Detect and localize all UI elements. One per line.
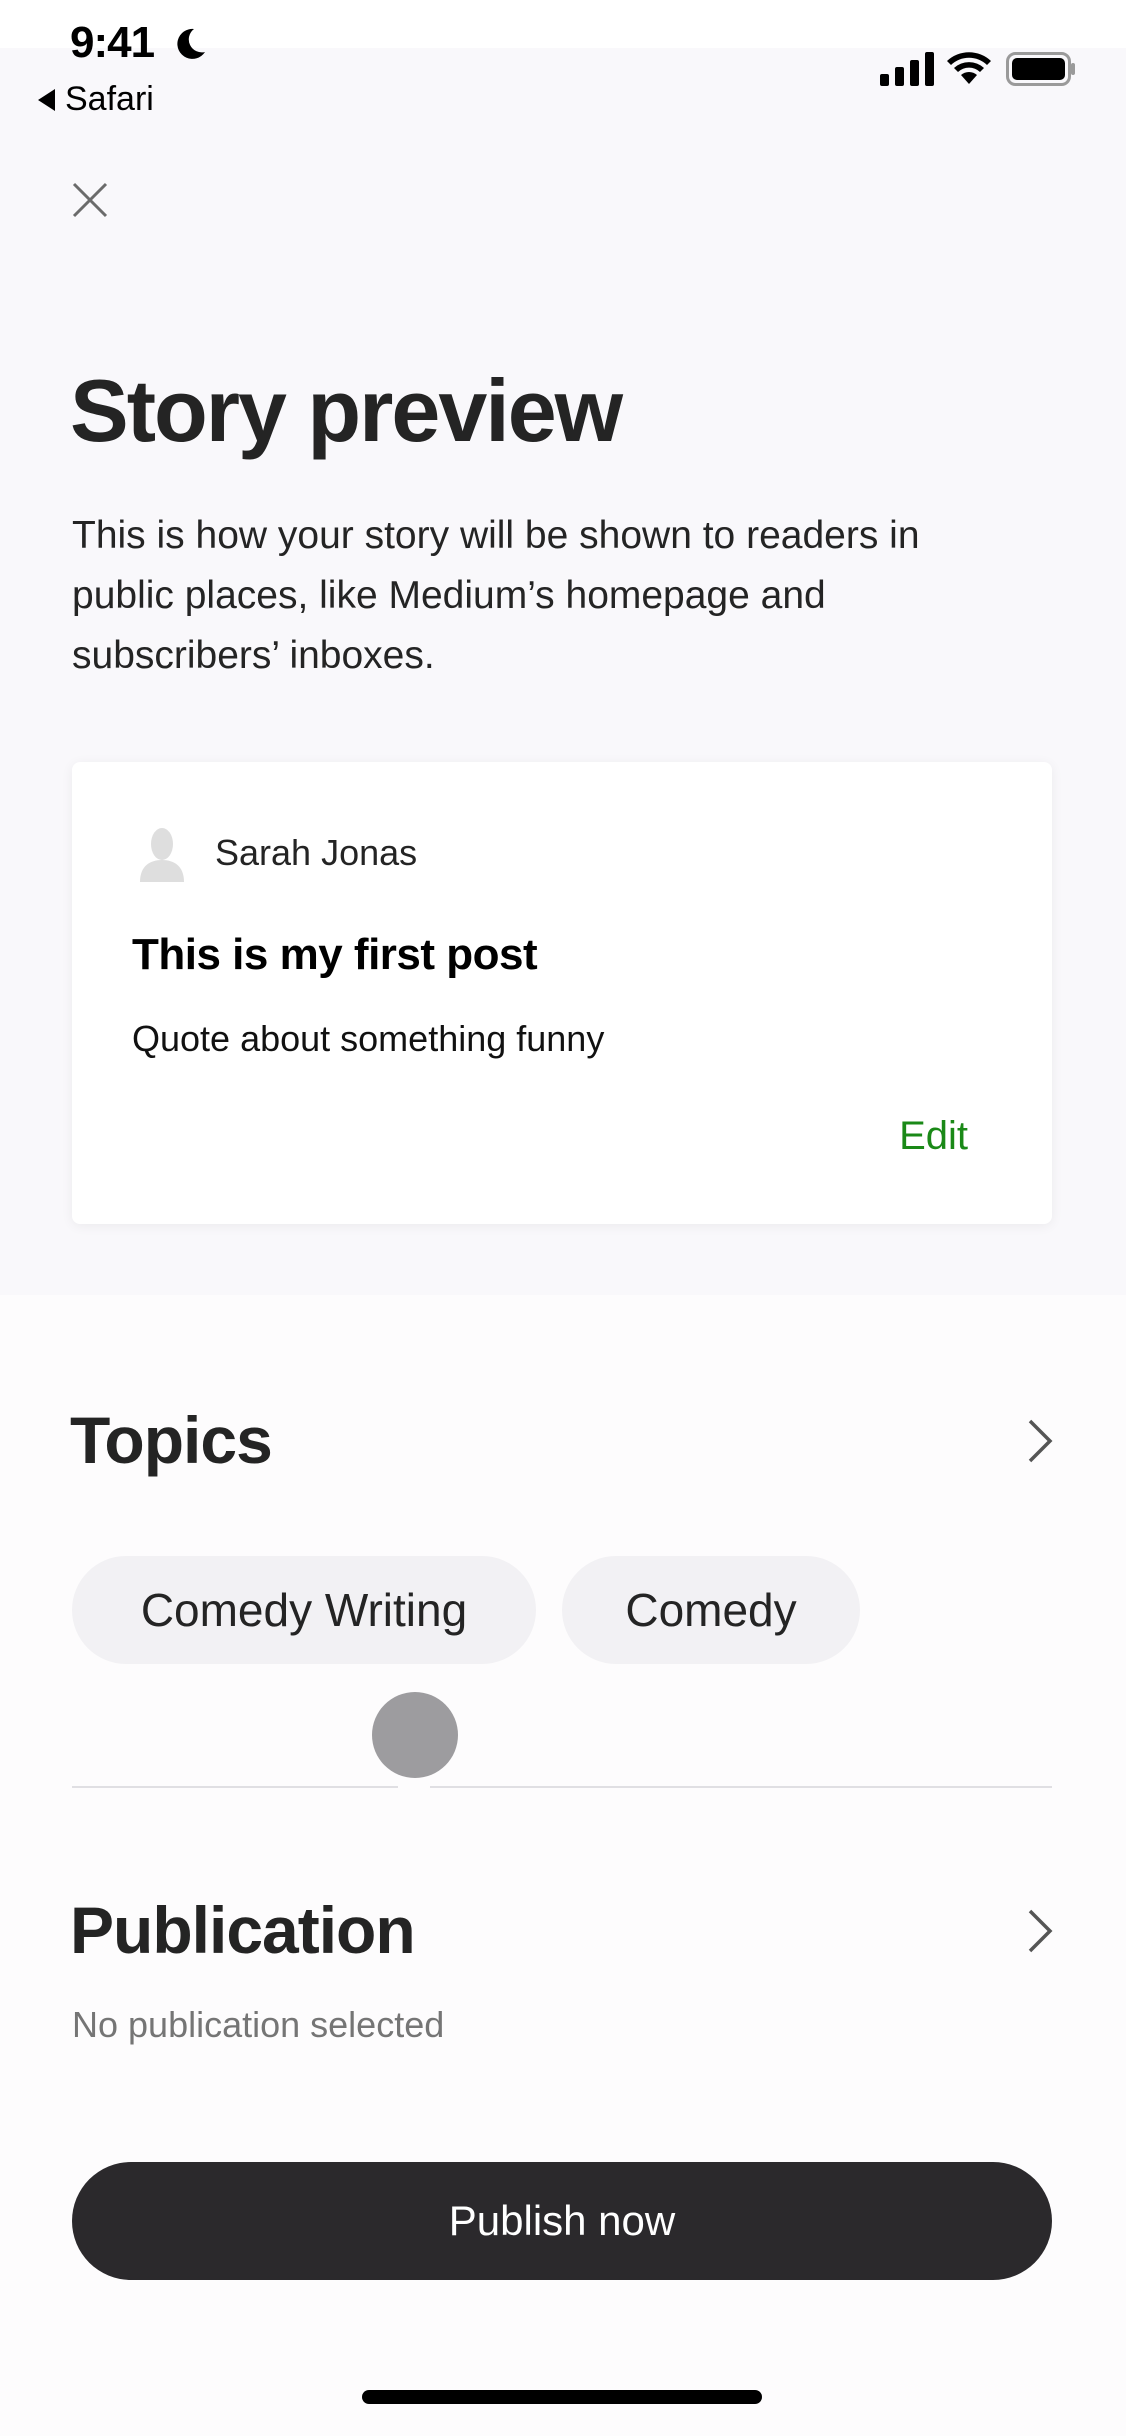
divider-gap: [398, 1784, 430, 1790]
cellular-signal-icon: [880, 52, 934, 86]
back-app-label: Safari: [65, 80, 154, 118]
topic-chip[interactable]: Comedy Writing: [72, 1556, 536, 1664]
status-time: 9:41: [70, 18, 155, 67]
status-bar-background: [0, 0, 1126, 48]
publication-status: No publication selected: [72, 2004, 445, 2045]
wifi-icon: [947, 52, 991, 84]
touch-indicator: [372, 1692, 458, 1778]
back-arrow-icon: [38, 88, 55, 111]
battery-icon: [1006, 52, 1075, 86]
author-name: Sarah Jonas: [215, 832, 418, 873]
section-divider: [72, 1786, 1052, 1788]
publication-chevron-right-icon[interactable]: [1026, 1908, 1054, 1954]
moon-icon: [177, 28, 205, 59]
publication-heading: Publication: [70, 1893, 416, 1967]
publish-now-button[interactable]: Publish now: [72, 2162, 1052, 2280]
avatar-icon: [140, 828, 184, 882]
home-indicator[interactable]: [362, 2390, 762, 2404]
page-description: This is how your story will be shown to …: [72, 514, 920, 677]
close-icon[interactable]: [70, 180, 110, 220]
post-subtitle: Quote about something funny: [132, 1018, 605, 1059]
edit-preview-button[interactable]: Edit: [899, 1114, 968, 1159]
topics-heading: Topics: [70, 1403, 273, 1477]
back-to-safari[interactable]: Safari: [38, 80, 154, 119]
post-title: This is my first post: [132, 930, 538, 979]
topics-chevron-right-icon[interactable]: [1026, 1418, 1054, 1464]
topic-chip[interactable]: Comedy: [562, 1556, 860, 1664]
story-preview-card: Sarah Jonas This is my first post Quote …: [72, 762, 1052, 1224]
page-title: Story preview: [70, 361, 623, 460]
